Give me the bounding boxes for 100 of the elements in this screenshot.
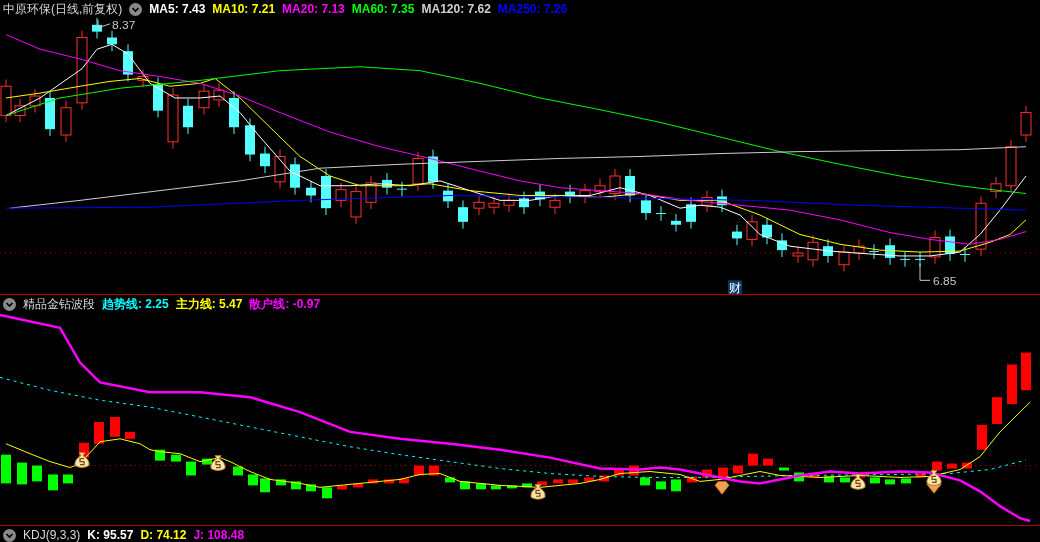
histogram-bar (384, 479, 394, 484)
histogram-bar (553, 479, 563, 484)
candlestick (321, 168, 331, 216)
histogram-bar (947, 463, 957, 469)
indicator-value: 散户线: -0.97 (249, 295, 321, 313)
histogram-bar (155, 449, 165, 461)
candlestick (656, 205, 666, 222)
candlestick (412, 151, 424, 192)
candlestick (107, 30, 117, 52)
price-label: 6.85 (919, 263, 957, 289)
histogram-bar (614, 469, 624, 476)
candlestick (823, 238, 833, 264)
candlestick (290, 156, 300, 195)
candlestick (609, 168, 621, 201)
histogram-bar (445, 477, 455, 483)
histogram-bar (599, 475, 609, 482)
candlestick (625, 168, 635, 203)
candlestick (641, 193, 651, 221)
chevron-icon[interactable] (129, 2, 143, 16)
candlestick (838, 244, 850, 273)
candlestick (975, 195, 987, 257)
candlestick (335, 182, 347, 208)
candlestick (260, 146, 270, 174)
histogram-bar (885, 479, 895, 485)
histogram-bar (171, 454, 181, 462)
candlestick (45, 90, 55, 137)
candlestick (14, 98, 26, 123)
candlestick (686, 196, 696, 230)
indicator-value: MA120: 7.62 (421, 2, 491, 16)
candlestick (306, 180, 316, 203)
candlestick (213, 82, 225, 108)
indicator-title: 精品金钻波段 (23, 295, 95, 313)
candlestick (885, 237, 895, 266)
indicator-value: J: 108.48 (193, 528, 245, 542)
histogram-bar (260, 478, 270, 493)
histogram-bar (306, 484, 316, 492)
histogram-bar (522, 483, 532, 488)
candlestick (350, 184, 362, 225)
histogram-bar (63, 474, 73, 484)
candlestick (671, 213, 681, 233)
histogram-bar (322, 487, 332, 499)
candlestick (488, 195, 500, 215)
candlestick (229, 90, 239, 135)
indicator-value: MA20: 7.13 (282, 2, 345, 16)
histogram-bar (1021, 352, 1031, 391)
candlestick (503, 193, 515, 213)
histogram-bar (248, 474, 258, 486)
indicator-value: 趋势线: 2.25 (102, 295, 169, 313)
money-bag-icon (530, 483, 546, 500)
chevron-icon[interactable] (3, 528, 16, 542)
histogram-bar (824, 476, 834, 483)
histogram-bar (202, 458, 212, 465)
candlestick (732, 224, 742, 246)
histogram-bar (962, 462, 972, 469)
candlestick (473, 195, 485, 216)
money-bag-icon (850, 474, 866, 490)
candlestick (198, 83, 210, 116)
histogram-bar (702, 469, 712, 478)
chevron-icon[interactable] (3, 297, 16, 311)
candlestick (60, 100, 72, 143)
indicator-title: KDJ(9,3,3) (23, 528, 81, 542)
candlestick (762, 217, 772, 245)
histogram-bar (507, 485, 517, 489)
candlestick (929, 230, 941, 265)
histogram-bar (414, 465, 424, 476)
histogram-bar (353, 483, 363, 488)
histogram-bar (763, 458, 773, 466)
candlestick (274, 149, 286, 190)
histogram-bar (337, 485, 347, 490)
histogram-bar (977, 424, 987, 450)
histogram-bar (94, 421, 104, 444)
histogram-bar (110, 417, 120, 437)
histogram-bar (748, 453, 758, 466)
histogram-bar (399, 478, 409, 484)
histogram-bar (687, 476, 697, 483)
event-badge[interactable]: 财 (728, 280, 742, 294)
candlestick (137, 69, 149, 88)
candlestick (1005, 139, 1017, 194)
histogram-bar (629, 465, 639, 476)
candlestick (701, 190, 713, 213)
histogram-bar (992, 397, 1002, 424)
candlestick (1020, 105, 1032, 143)
histogram-bar (125, 431, 135, 439)
candlestick (443, 183, 453, 209)
candlestick (458, 199, 468, 230)
candlestick (245, 117, 255, 162)
candlestick (382, 172, 392, 195)
candlestick (92, 18, 102, 39)
candlestick (853, 238, 865, 261)
candlestick (29, 88, 41, 114)
candlestick (717, 189, 727, 213)
indicator-value: MA60: 7.35 (351, 2, 415, 16)
indicator-value: MA250: 7.26 (497, 2, 568, 16)
histogram-bar (476, 483, 486, 490)
indicator-value: D: 74.12 (140, 528, 187, 542)
candlestick (365, 175, 377, 210)
histogram-bar (368, 479, 378, 484)
histogram-bar (840, 477, 850, 483)
candlestick (777, 233, 787, 258)
histogram-bar (870, 477, 880, 484)
